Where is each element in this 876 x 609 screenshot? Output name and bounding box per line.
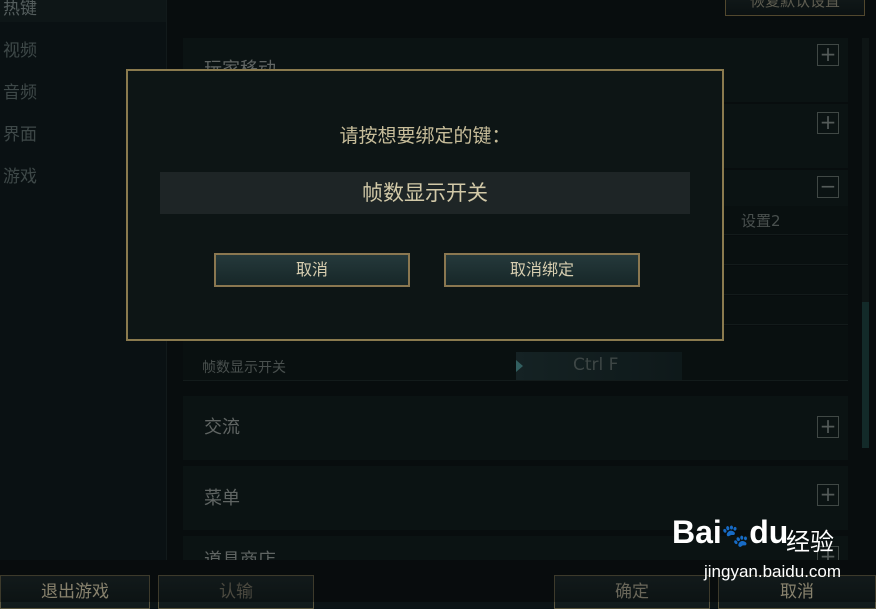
dialog-action-name: 帧数显示开关 xyxy=(160,172,690,214)
watermark-logo: Bai🐾du xyxy=(672,514,788,551)
watermark-logo-text: Bai xyxy=(672,514,722,550)
watermark-paw-icon: 🐾 xyxy=(721,523,750,548)
watermark-brand: 经验 xyxy=(786,528,834,556)
baidu-jingyan-watermark: Bai🐾du 经验 jingyan.baidu.com xyxy=(672,508,876,602)
watermark-logo-suffix: du xyxy=(749,514,789,550)
dialog-cancel-button[interactable]: 取消 xyxy=(214,253,410,287)
dialog-unbind-button[interactable]: 取消绑定 xyxy=(444,253,640,287)
watermark-url: jingyan.baidu.com xyxy=(704,562,842,581)
keybind-dialog: 请按想要绑定的键： 帧数显示开关 取消 取消绑定 xyxy=(126,69,724,341)
dialog-prompt: 请按想要绑定的键： xyxy=(339,125,511,147)
